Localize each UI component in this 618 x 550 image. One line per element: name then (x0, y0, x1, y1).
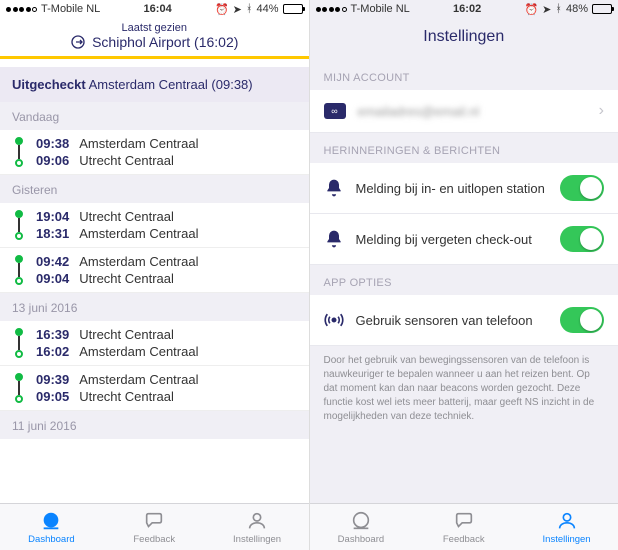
tab-settings[interactable]: Instellingen (206, 504, 309, 550)
settings-icon (556, 510, 578, 532)
location-icon: ➤ (542, 3, 551, 16)
battery-icon (592, 4, 612, 14)
tab-settings[interactable]: Instellingen (515, 504, 618, 550)
tab-feedback[interactable]: Feedback (412, 504, 515, 550)
setting-label: Melding bij vergeten check-out (356, 232, 549, 247)
bell-icon (324, 178, 344, 198)
status-bar: T-Mobile NL 16:04 ⏰ ➤ ᚼ 44% (0, 0, 309, 18)
dashboard-icon (40, 510, 62, 532)
trip-places: Amsterdam CentraalUtrecht Centraal (79, 136, 198, 168)
section-header: 13 juni 2016 (0, 293, 309, 321)
phone-settings: T-Mobile NL 16:02 ⏰ ➤ ᚼ 48% Instellingen… (310, 0, 618, 550)
setting-row: Gebruik sensoren van telefoon (310, 295, 618, 346)
dashboard-icon (350, 510, 372, 532)
chevron-right-icon: › (599, 102, 604, 120)
trip-route-icon (12, 255, 26, 285)
last-seen-location: Schiphol Airport (16:02) (92, 34, 238, 50)
sensor-icon (324, 310, 344, 330)
trip-places: Amsterdam CentraalUtrecht Centraal (79, 372, 198, 404)
carrier-label: T-Mobile NL (41, 3, 100, 15)
alarm-icon: ⏰ (215, 3, 229, 16)
status-text: Amsterdam Centraal (09:38) (89, 77, 253, 92)
trip-places: Utrecht CentraalAmsterdam Centraal (79, 209, 198, 241)
clock: 16:04 (144, 3, 172, 15)
status-bar: T-Mobile NL 16:02 ⏰ ➤ ᚼ 48% (310, 0, 618, 18)
checkin-icon (70, 34, 86, 50)
trip-row[interactable]: 09:3909:05 Amsterdam CentraalUtrecht Cent… (0, 366, 309, 411)
section-header: 11 juni 2016 (0, 411, 309, 439)
phone-dashboard: T-Mobile NL 16:04 ⏰ ➤ ᚼ 44% Laatst gezie… (0, 0, 310, 550)
trip-times: 19:0418:31 (36, 209, 69, 241)
signal-dots-icon (316, 7, 347, 12)
status-badge: Uitgecheckt (12, 77, 86, 92)
tab-bar: Dashboard Feedback Instellingen (0, 503, 309, 550)
section-header: Vandaag (0, 102, 309, 130)
settings-content[interactable]: MIJN ACCOUNT ∞ emailadres@email.nl › HER… (310, 60, 618, 503)
toggle-switch[interactable] (560, 226, 604, 252)
section-reminders-label: HERINNERINGEN & BERICHTEN (310, 133, 618, 163)
trip-times: 09:4209:04 (36, 254, 69, 286)
setting-label: Melding bij in- en uitlopen station (356, 181, 549, 196)
location-icon: ➤ (233, 3, 242, 16)
options-note: Door het gebruik van bewegingssensoren v… (310, 346, 618, 432)
battery-pct: 44% (256, 3, 278, 15)
trip-route-icon (12, 210, 26, 240)
carrier-label: T-Mobile NL (351, 3, 410, 15)
trip-route-icon (12, 373, 26, 403)
feedback-icon (143, 510, 165, 532)
account-row[interactable]: ∞ emailadres@email.nl › (310, 90, 618, 133)
trip-list[interactable]: Uitgecheckt Amsterdam Centraal (09:38) V… (0, 59, 309, 503)
setting-row: Melding bij in- en uitlopen station (310, 163, 618, 214)
alarm-icon: ⏰ (524, 3, 538, 16)
bell-icon (324, 229, 344, 249)
setting-row: Melding bij vergeten check-out (310, 214, 618, 265)
checkout-status-row: Uitgecheckt Amsterdam Centraal (09:38) (0, 67, 309, 102)
trip-places: Utrecht CentraalAmsterdam Centraal (79, 327, 198, 359)
trip-row[interactable]: 16:3916:02 Utrecht CentraalAmsterdam Cent… (0, 321, 309, 366)
bluetooth-icon: ᚼ (246, 3, 253, 15)
bluetooth-icon: ᚼ (555, 3, 562, 15)
header: Laatst gezien Schiphol Airport (16:02) (0, 18, 309, 59)
account-email: emailadres@email.nl (358, 104, 587, 119)
trip-row[interactable]: 09:3809:06 Amsterdam CentraalUtrecht Cent… (0, 130, 309, 175)
tab-bar: Dashboard Feedback Instellingen (310, 503, 618, 550)
tab-dashboard[interactable]: Dashboard (310, 504, 413, 550)
settings-icon (246, 510, 268, 532)
trip-row[interactable]: 09:4209:04 Amsterdam CentraalUtrecht Cent… (0, 248, 309, 293)
last-seen-label: Laatst gezien (0, 22, 309, 34)
trip-times: 09:3809:06 (36, 136, 69, 168)
section-account-label: MIJN ACCOUNT (310, 60, 618, 90)
page-title: Instellingen (310, 18, 618, 60)
section-header: Gisteren (0, 175, 309, 203)
clock: 16:02 (453, 3, 481, 15)
trip-times: 16:3916:02 (36, 327, 69, 359)
trip-route-icon (12, 137, 26, 167)
battery-icon (283, 4, 303, 14)
feedback-icon (453, 510, 475, 532)
toggle-switch[interactable] (560, 307, 604, 333)
card-icon: ∞ (324, 103, 346, 119)
tab-feedback[interactable]: Feedback (103, 504, 206, 550)
signal-dots-icon (6, 7, 37, 12)
trip-places: Amsterdam CentraalUtrecht Centraal (79, 254, 198, 286)
battery-pct: 48% (566, 3, 588, 15)
tab-dashboard[interactable]: Dashboard (0, 504, 103, 550)
trip-route-icon (12, 328, 26, 358)
trip-row[interactable]: 19:0418:31 Utrecht CentraalAmsterdam Cent… (0, 203, 309, 248)
trip-times: 09:3909:05 (36, 372, 69, 404)
section-options-label: APP OPTIES (310, 265, 618, 295)
toggle-switch[interactable] (560, 175, 604, 201)
setting-label: Gebruik sensoren van telefoon (356, 313, 549, 328)
